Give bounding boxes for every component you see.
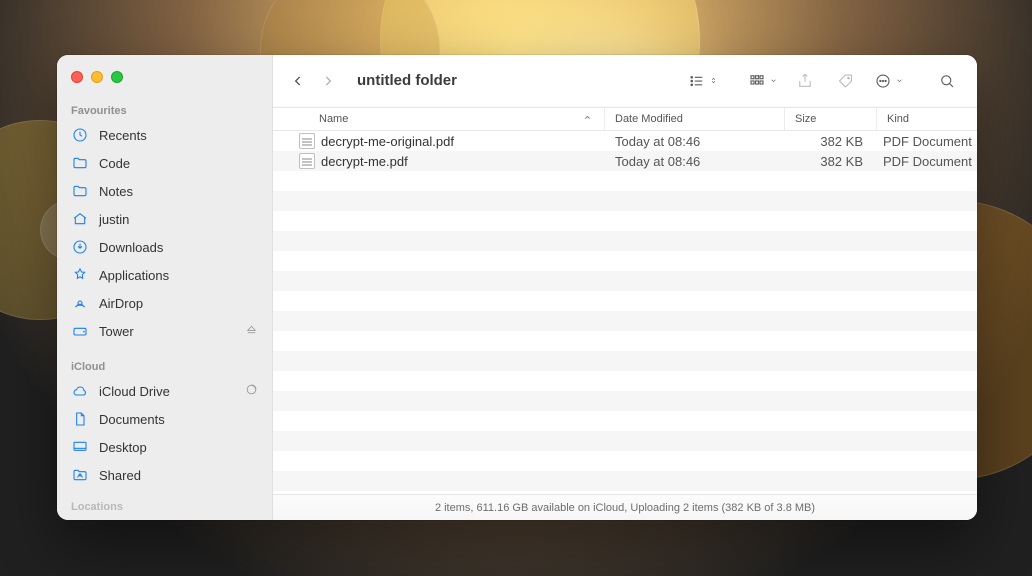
chevron-up-down-icon [709, 76, 718, 85]
sidebar-item-label: Desktop [99, 440, 147, 455]
sidebar-item-label: Downloads [99, 240, 163, 255]
sidebar-item-label: Notes [99, 184, 133, 199]
chevron-down-icon [895, 76, 904, 85]
toolbar: untitled folder [273, 55, 977, 107]
folder-icon [71, 154, 89, 172]
sidebar-item-label: justin [99, 212, 129, 227]
sidebar: Favourites Recents Code Notes justin Dow… [57, 55, 273, 520]
clock-icon [71, 126, 89, 144]
desktop-icon [71, 438, 89, 456]
sidebar-section-locations: Locations [57, 501, 272, 513]
column-header-name[interactable]: Name [273, 108, 605, 130]
sidebar-item-code[interactable]: Code [57, 149, 272, 177]
sidebar-item-label: Recents [99, 128, 147, 143]
file-size: 382 KB [785, 134, 877, 149]
sidebar-item-downloads[interactable]: Downloads [57, 233, 272, 261]
drive-icon [71, 322, 89, 340]
status-bar: 2 items, 611.16 GB available on iCloud, … [273, 494, 977, 520]
view-list-button[interactable] [687, 67, 719, 95]
status-text: 2 items, 611.16 GB available on iCloud, … [435, 502, 815, 514]
progress-icon [245, 383, 258, 399]
sharedfolder-icon [71, 466, 89, 484]
column-header-kind[interactable]: Kind [877, 108, 977, 130]
file-size: 382 KB [785, 154, 877, 169]
folder-icon [71, 182, 89, 200]
sidebar-item-label: iCloud Drive [99, 384, 170, 399]
back-button[interactable] [285, 68, 311, 94]
sidebar-item-label: Tower [99, 324, 134, 339]
sidebar-item-label: Applications [99, 268, 169, 283]
sidebar-item-airdrop[interactable]: AirDrop [57, 289, 272, 317]
minimize-window-button[interactable] [91, 71, 103, 83]
window-title: untitled folder [357, 72, 457, 89]
file-name: decrypt-me.pdf [321, 154, 605, 169]
forward-button[interactable] [315, 68, 341, 94]
sidebar-item-shared[interactable]: Shared [57, 461, 272, 489]
sort-asc-icon [583, 113, 592, 125]
file-icon [299, 133, 315, 149]
close-window-button[interactable] [71, 71, 83, 83]
tag-button[interactable] [831, 67, 863, 95]
sidebar-item-applications[interactable]: Applications [57, 261, 272, 289]
sidebar-section-icloud: iCloud [57, 357, 272, 377]
action-button[interactable] [873, 67, 905, 95]
sidebar-item-label: AirDrop [99, 296, 143, 311]
sidebar-item-documents[interactable]: Documents [57, 405, 272, 433]
sidebar-item-desktop[interactable]: Desktop [57, 433, 272, 461]
file-list[interactable]: decrypt-me-original.pdfToday at 08:46382… [273, 131, 977, 494]
share-button[interactable] [789, 67, 821, 95]
file-date: Today at 08:46 [605, 134, 785, 149]
sidebar-section-favourites: Favourites [57, 101, 272, 121]
sidebar-item-recents[interactable]: Recents [57, 121, 272, 149]
zoom-window-button[interactable] [111, 71, 123, 83]
home-icon [71, 210, 89, 228]
window-controls [57, 71, 272, 101]
apps-icon [71, 266, 89, 284]
sidebar-item-label: Code [99, 156, 130, 171]
sidebar-item-label: Shared [99, 468, 141, 483]
sidebar-item-label: Documents [99, 412, 165, 427]
chevron-down-icon [769, 76, 778, 85]
file-date: Today at 08:46 [605, 154, 785, 169]
doc-icon [71, 410, 89, 428]
airdrop-icon [71, 294, 89, 312]
file-kind: PDF Document [877, 154, 977, 169]
file-name: decrypt-me-original.pdf [321, 134, 605, 149]
sidebar-item-icloud-drive[interactable]: iCloud Drive [57, 377, 272, 405]
column-header-size[interactable]: Size [785, 108, 877, 130]
file-row[interactable]: decrypt-me-original.pdfToday at 08:46382… [273, 131, 977, 151]
sidebar-item-justin[interactable]: justin [57, 205, 272, 233]
sidebar-item-tower[interactable]: Tower [57, 317, 272, 345]
main-pane: untitled folder [273, 55, 977, 520]
cloud-icon [71, 382, 89, 400]
file-icon [299, 153, 315, 169]
download-icon [71, 238, 89, 256]
eject-icon[interactable] [245, 323, 258, 339]
file-row[interactable]: decrypt-me.pdfToday at 08:46382 KBPDF Do… [273, 151, 977, 171]
search-button[interactable] [931, 67, 963, 95]
finder-window: Favourites Recents Code Notes justin Dow… [57, 55, 977, 520]
group-button[interactable] [747, 67, 779, 95]
column-header-date[interactable]: Date Modified [605, 108, 785, 130]
sidebar-item-notes[interactable]: Notes [57, 177, 272, 205]
file-kind: PDF Document [877, 134, 977, 149]
column-headers: Name Date Modified Size Kind [273, 107, 977, 131]
